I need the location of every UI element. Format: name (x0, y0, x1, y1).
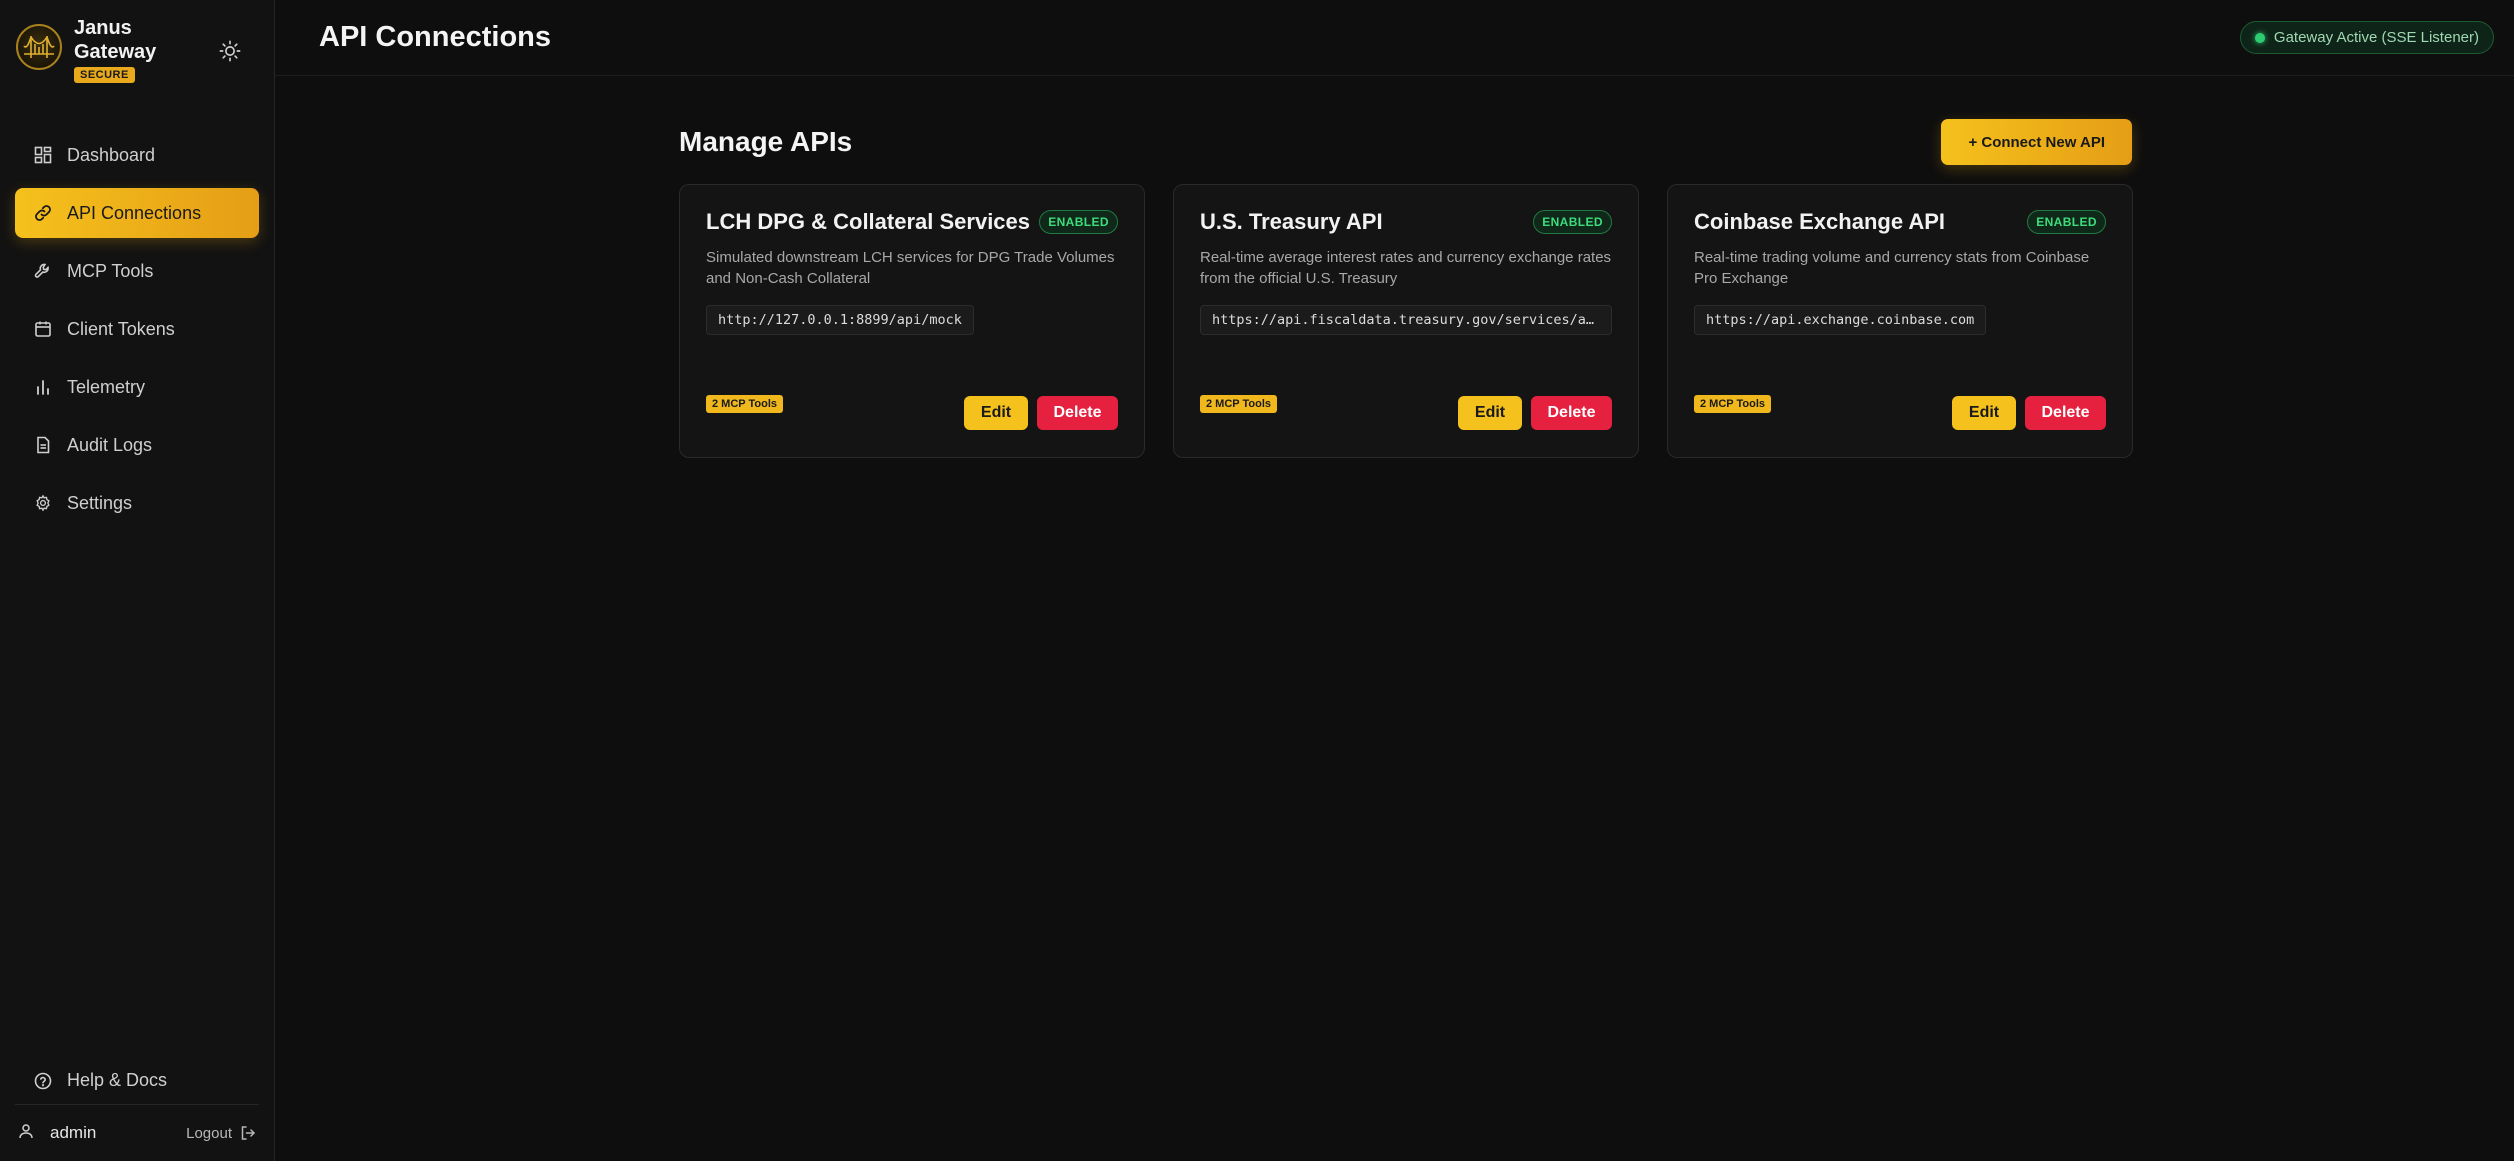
link-icon (33, 203, 53, 223)
brand-text: Janus Gateway SECURE (74, 16, 174, 83)
api-card-title: U.S. Treasury API (1200, 209, 1383, 234)
dashboard-icon (33, 145, 53, 165)
status-badge: ENABLED (1039, 210, 1118, 234)
sidebar-nav: Dashboard API Connections MCP Tools Clie… (0, 130, 274, 528)
sidebar-item-label: MCP Tools (67, 260, 154, 281)
wrench-icon (33, 261, 53, 281)
api-card-url: https://api.exchange.coinbase.com (1694, 305, 1987, 335)
sidebar-item-audit-logs[interactable]: Audit Logs (15, 420, 259, 470)
delete-button[interactable]: Delete (2025, 396, 2106, 430)
edit-button[interactable]: Edit (964, 396, 1028, 430)
card-footer: 2 MCP Tools Edit Delete (706, 395, 1118, 430)
help-docs-link[interactable]: Help & Docs (15, 1057, 259, 1105)
logout-label: Logout (186, 1124, 232, 1142)
delete-button[interactable]: Delete (1531, 396, 1612, 430)
api-card-description: Real-time average interest rates and cur… (1200, 249, 1612, 287)
document-icon (33, 435, 53, 455)
gateway-status-badge: Gateway Active (SSE Listener) (2239, 21, 2494, 54)
logout-button[interactable]: Logout (186, 1125, 256, 1142)
help-docs-label: Help & Docs (67, 1070, 168, 1090)
sidebar-item-api-connections[interactable]: API Connections (15, 188, 259, 238)
api-cards: LCH DPG & Collateral Services ENABLED Si… (679, 184, 2133, 458)
help-icon (33, 1071, 53, 1091)
username: admin (50, 1123, 97, 1142)
theme-toggle-sun-icon[interactable] (215, 36, 245, 66)
edit-button[interactable]: Edit (1952, 396, 2016, 430)
user-icon (18, 1123, 34, 1144)
mcp-tools-count-badge: 2 MCP Tools (1200, 395, 1277, 413)
token-icon (33, 319, 53, 339)
sidebar-item-label: Audit Logs (67, 434, 153, 455)
card-actions: Edit Delete (1952, 396, 2106, 430)
status-badge: ENABLED (2027, 210, 2106, 234)
card-footer: 2 MCP Tools Edit Delete (1694, 395, 2106, 430)
card-actions: Edit Delete (1458, 396, 1612, 430)
top-bar: API Connections Gateway Active (SSE List… (275, 0, 2514, 76)
app-root: Janus Gateway SECURE Dashboard API Conne… (0, 0, 2514, 1161)
card-header: Coinbase Exchange API ENABLED (1694, 209, 2106, 235)
manage-apis-section: Manage APIs + Connect New API LCH DPG & … (679, 118, 2133, 458)
card-header: LCH DPG & Collateral Services ENABLED (706, 209, 1118, 235)
mcp-tools-count-badge: 2 MCP Tools (1694, 395, 1771, 413)
gateway-bridge-logo (16, 24, 62, 70)
sidebar-bottom: Help & Docs admin Logout (0, 1057, 274, 1161)
mcp-tools-count-badge: 2 MCP Tools (706, 395, 783, 413)
api-card-title: Coinbase Exchange API (1694, 209, 1946, 234)
sidebar: Janus Gateway SECURE Dashboard API Conne… (0, 0, 275, 1161)
api-card: LCH DPG & Collateral Services ENABLED Si… (679, 184, 1145, 458)
api-card: Coinbase Exchange API ENABLED Real-time … (1667, 184, 2133, 458)
sidebar-item-telemetry[interactable]: Telemetry (15, 362, 259, 412)
page-title: API Connections (319, 21, 552, 53)
main-area: API Connections Gateway Active (SSE List… (275, 0, 2514, 1161)
bar-chart-icon (33, 377, 53, 397)
sidebar-item-label: Client Tokens (67, 318, 175, 339)
secure-badge: SECURE (74, 67, 135, 83)
logout-icon (241, 1126, 256, 1140)
sidebar-item-client-tokens[interactable]: Client Tokens (15, 304, 259, 354)
sidebar-item-label: API Connections (67, 202, 202, 223)
edit-button[interactable]: Edit (1458, 396, 1522, 430)
status-badge: ENABLED (1533, 210, 1612, 234)
card-footer: 2 MCP Tools Edit Delete (1200, 395, 1612, 430)
sidebar-item-dashboard[interactable]: Dashboard (15, 130, 259, 180)
status-dot-icon (2254, 32, 2265, 43)
section-title: Manage APIs (679, 126, 853, 157)
card-actions: Edit Delete (964, 396, 1118, 430)
api-card-url: https://api.fiscaldata.treasury.gov/serv… (1200, 305, 1612, 335)
section-header: Manage APIs + Connect New API (679, 118, 2132, 166)
api-card: U.S. Treasury API ENABLED Real-time aver… (1173, 184, 1639, 458)
connect-new-api-button[interactable]: + Connect New API (1941, 119, 2132, 165)
api-card-description: Simulated downstream LCH services for DP… (706, 249, 1115, 287)
sidebar-item-label: Settings (67, 492, 133, 513)
brand-name: Janus Gateway (74, 17, 157, 63)
sidebar-item-mcp-tools[interactable]: MCP Tools (15, 246, 259, 296)
gear-icon (33, 493, 53, 513)
sidebar-item-label: Dashboard (67, 144, 156, 165)
sidebar-item-settings[interactable]: Settings (15, 478, 259, 528)
api-card-title: LCH DPG & Collateral Services (706, 209, 1031, 234)
api-card-description: Real-time trading volume and currency st… (1694, 249, 2090, 287)
user-row: admin Logout (0, 1105, 274, 1161)
sidebar-item-label: Telemetry (67, 376, 146, 397)
card-header: U.S. Treasury API ENABLED (1200, 209, 1612, 235)
gateway-status-text: Gateway Active (SSE Listener) (2273, 29, 2479, 46)
api-card-url: http://127.0.0.1:8899/api/mock (706, 305, 974, 335)
delete-button[interactable]: Delete (1037, 396, 1118, 430)
